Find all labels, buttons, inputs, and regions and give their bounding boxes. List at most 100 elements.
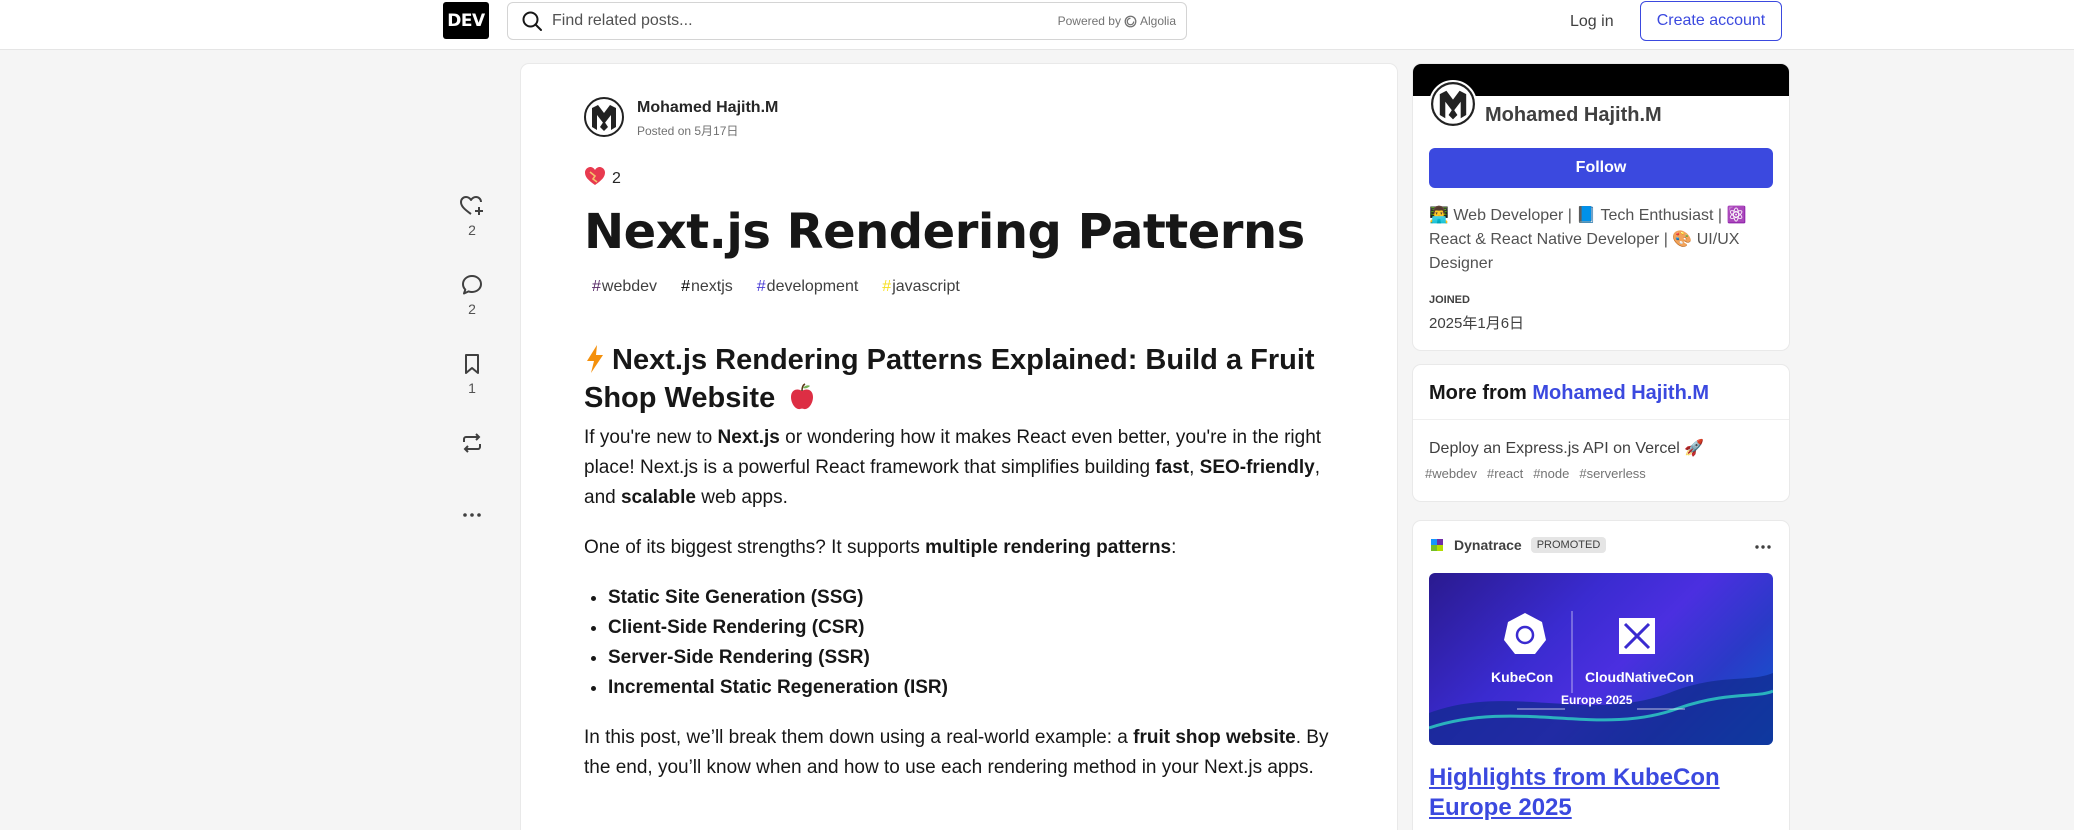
list-item: Client-Side Rendering (CSR)	[608, 613, 1344, 643]
tag-label: webdev	[601, 278, 658, 295]
article-tags: #webdev #nextjs #development #javascript	[584, 274, 968, 300]
apple-icon	[791, 383, 814, 410]
repost-icon	[452, 429, 492, 457]
article-body: Next.js Rendering Patterns Explained: Bu…	[584, 341, 1344, 803]
p1-bold-scalable: scalable	[620, 487, 696, 508]
author-profile-card: Mohamed Hajith.M Follow 👨‍💻 Web Develope…	[1413, 64, 1789, 350]
banner-cloudnativecon: CloudNativeCon	[1585, 669, 1694, 685]
bookmark-count: 1	[468, 380, 476, 396]
paragraph-example: In this post, we’ll break them down usin…	[584, 723, 1344, 783]
p1-bold-nextjs: Next.js	[717, 427, 780, 448]
p1-text-e: ,	[1189, 457, 1200, 478]
banner-kubecon: KubeCon	[1491, 669, 1554, 685]
dev-logo[interactable]: DEV	[443, 2, 489, 39]
tag-hash: #	[592, 278, 601, 295]
promo-banner-image[interactable]: KubeCon CloudNativeCon Europe 2025	[1429, 573, 1773, 745]
reaction-summary: 2	[584, 166, 621, 191]
banner-europe: Europe 2025	[1561, 693, 1633, 707]
list-item: Static Site Generation (SSG)	[608, 583, 1344, 613]
reaction-count: 2	[612, 169, 621, 187]
p1-bold-fast: fast	[1155, 457, 1190, 478]
tag-nextjs[interactable]: #nextjs	[673, 274, 741, 300]
author-avatar[interactable]	[584, 97, 624, 137]
related-post-link[interactable]: Deploy an Express.js API on Vercel 🚀	[1429, 438, 1704, 458]
like-reaction-button[interactable]: 2	[452, 192, 492, 238]
more-options-button[interactable]	[452, 501, 492, 529]
more-from-author-link[interactable]: Mohamed Hajith.M	[1532, 382, 1709, 404]
lightning-bolt-icon	[587, 345, 603, 373]
powered-by-label: Powered by	[1057, 14, 1121, 28]
related-tag[interactable]: #node	[1533, 466, 1569, 481]
author-name[interactable]: Mohamed Hajith.M	[637, 99, 778, 117]
promoted-card: Dynatrace PROMOTED KubeCon CloudNativeCo…	[1413, 521, 1789, 830]
dynatrace-logo-icon	[1431, 539, 1443, 551]
more-from-author-card: More from Mohamed Hajith.M Deploy an Exp…	[1413, 365, 1789, 501]
related-tag[interactable]: #react	[1487, 466, 1523, 481]
powered-by-algolia[interactable]: Powered by Algolia	[1058, 14, 1176, 28]
comment-icon	[452, 271, 492, 299]
p3-text-a: In this post, we’ll break them down usin…	[584, 727, 1134, 748]
p1-bold-seo: SEO-friendly	[1199, 457, 1315, 478]
profile-avatar[interactable]	[1429, 80, 1477, 128]
heart-emoji-icon	[584, 166, 606, 191]
related-post-tags: #webdev #react #node #serverless	[1425, 466, 1646, 481]
algolia-label: Algolia	[1139, 14, 1176, 28]
paragraph-intro: If you're new to Next.js or wondering ho…	[584, 423, 1344, 513]
section-heading: Next.js Rendering Patterns Explained: Bu…	[584, 341, 1344, 417]
comments-button[interactable]: 2	[452, 271, 492, 317]
promo-brand[interactable]: Dynatrace PROMOTED	[1429, 537, 1607, 553]
rendering-patterns-list: Static Site Generation (SSG) Client-Side…	[608, 583, 1344, 703]
related-tag[interactable]: #serverless	[1579, 466, 1645, 481]
more-from-label: More from	[1429, 382, 1533, 404]
comment-count: 2	[468, 301, 476, 317]
top-navigation-bar: DEV Powered by Algolia Log in Create acc…	[0, 0, 2074, 50]
divider	[1413, 419, 1789, 420]
p2-text-a: One of its biggest strengths? It support…	[584, 537, 926, 558]
tag-hash: #	[681, 278, 690, 295]
list-item: Server-Side Rendering (SSR)	[608, 643, 1344, 673]
p1-text-a: If you're new to	[584, 427, 718, 448]
ellipsis-icon	[1755, 545, 1771, 549]
login-link[interactable]: Log in	[1558, 7, 1626, 37]
share-button[interactable]	[452, 429, 492, 457]
list-item: Incremental Static Regeneration (ISR)	[608, 673, 1344, 703]
promo-title-link[interactable]: Highlights from KubeCon Europe 2025	[1429, 763, 1773, 823]
promoted-badge: PROMOTED	[1530, 537, 1607, 553]
post-date: Posted on 5月17日	[637, 124, 739, 138]
profile-name[interactable]: Mohamed Hajith.M	[1485, 104, 1662, 127]
tag-javascript[interactable]: #javascript	[874, 274, 967, 300]
article-title: Next.js Rendering Patterns	[584, 204, 1305, 260]
tag-label: nextjs	[690, 278, 733, 295]
bookmark-icon	[452, 350, 492, 378]
paragraph-strengths: One of its biggest strengths? It support…	[584, 533, 1344, 563]
follow-button[interactable]: Follow	[1429, 148, 1773, 188]
bookmark-button[interactable]: 1	[452, 350, 492, 396]
like-count: 2	[468, 222, 476, 238]
article-card: Mohamed Hajith.M Posted on 5月17日 2 Next.…	[521, 64, 1397, 830]
related-tag[interactable]: #webdev	[1425, 466, 1477, 481]
p2-text-c: :	[1171, 537, 1177, 558]
tag-webdev[interactable]: #webdev	[584, 274, 665, 300]
heart-plus-icon	[452, 192, 492, 220]
tag-development[interactable]: #development	[749, 274, 867, 300]
promo-options-button[interactable]	[1751, 537, 1775, 557]
joined-label: Joined	[1429, 294, 1470, 306]
ellipsis-icon	[452, 501, 492, 529]
more-from-heading: More from Mohamed Hajith.M	[1429, 382, 1709, 405]
tag-hash: #	[756, 278, 766, 295]
tag-label: development	[766, 278, 859, 295]
kubecon-logo-icon	[1504, 613, 1546, 654]
promo-brand-name: Dynatrace	[1454, 537, 1522, 553]
p3-bold-fruit-shop: fruit shop website	[1133, 727, 1296, 748]
joined-date: 2025年1月6日	[1429, 315, 1525, 332]
profile-bio: 👨‍💻 Web Developer | 📘 Tech Enthusiast | …	[1429, 207, 1747, 272]
p1-text-i: web apps.	[695, 487, 788, 508]
search-icon[interactable]	[512, 2, 552, 40]
tag-label: javascript	[892, 278, 960, 295]
create-account-button[interactable]: Create account	[1640, 1, 1782, 41]
search-input[interactable]	[552, 6, 1058, 36]
search-bar[interactable]: Powered by Algolia	[507, 2, 1187, 40]
algolia-icon	[1124, 15, 1137, 27]
p2-bold-patterns: multiple rendering patterns	[925, 537, 1172, 558]
section-heading-text: Next.js Rendering Patterns Explained: Bu…	[584, 344, 1315, 414]
